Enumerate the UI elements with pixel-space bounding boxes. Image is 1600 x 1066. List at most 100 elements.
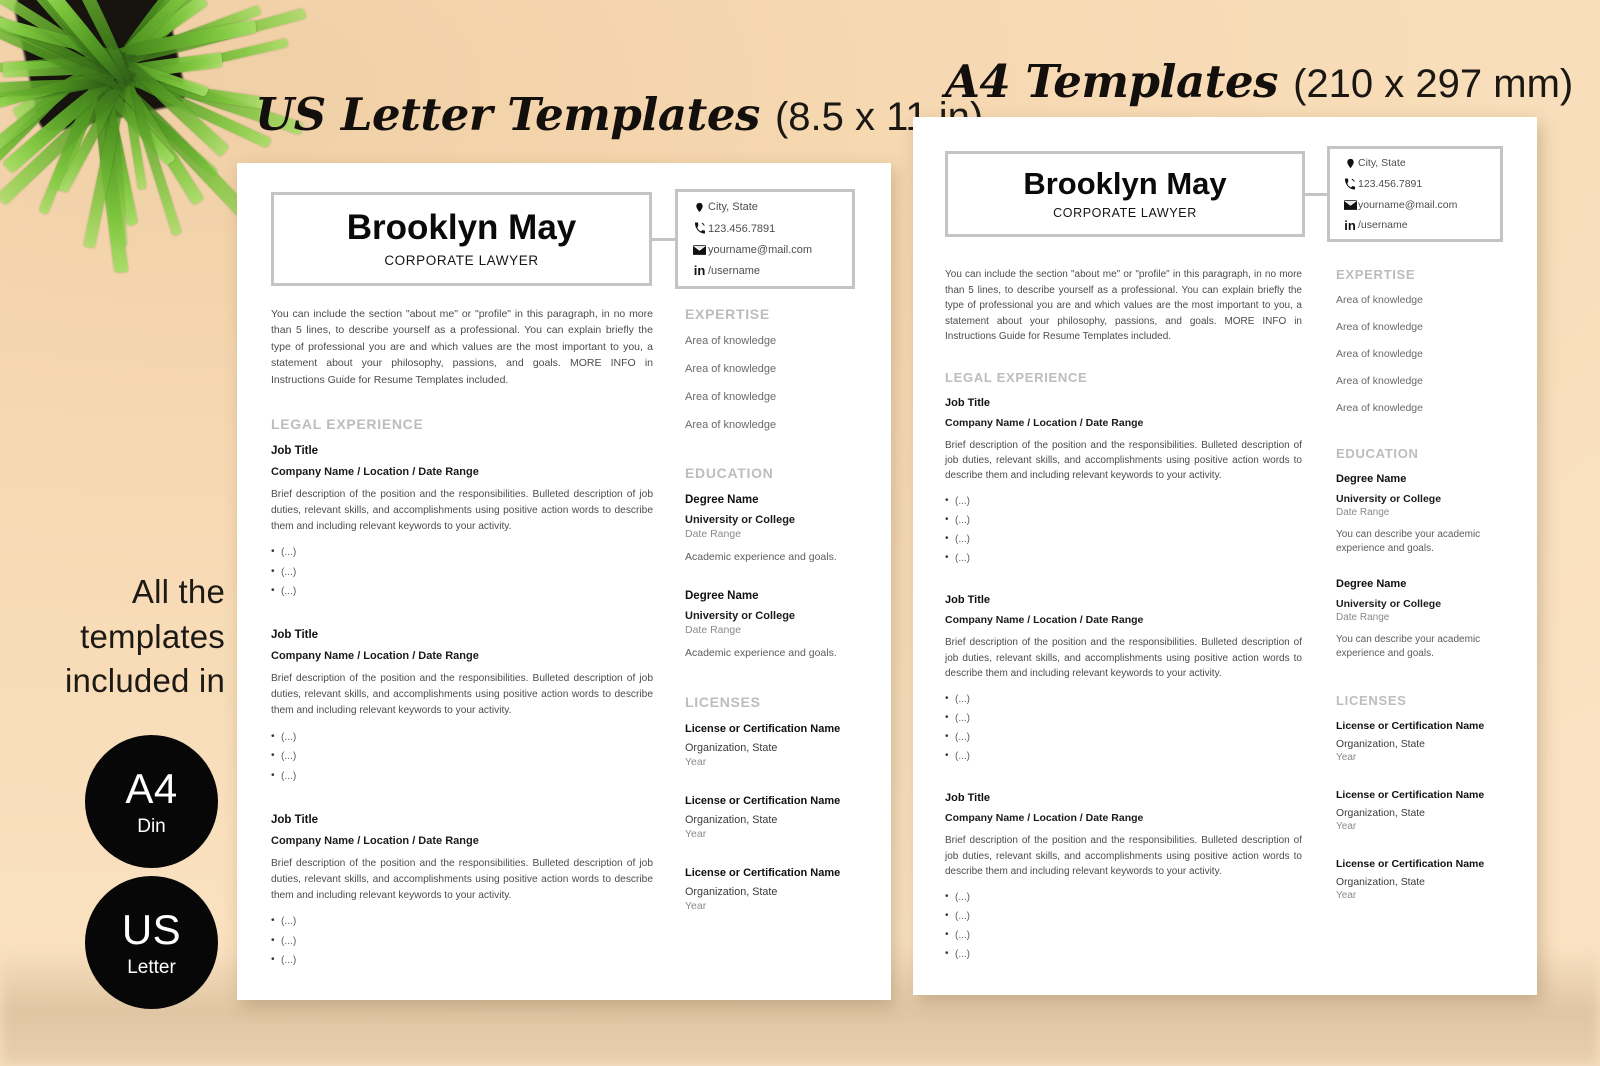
linkedin-icon: in	[693, 263, 706, 279]
a4-resume-page: Brooklyn May CORPORATE LAWYER City, State 1…	[913, 117, 1537, 995]
section-heading-licenses: LICENSES	[1336, 693, 1407, 708]
list-item: (...)	[945, 491, 1302, 511]
list-item: (...)	[945, 887, 1302, 907]
education-date: Date Range	[1336, 612, 1390, 623]
university-name: University or College	[685, 514, 796, 526]
badge-a4-din: A4 Din	[85, 735, 218, 868]
education-section: EDUCATION Degree Name University or Colleg…	[1336, 446, 1508, 661]
list-item: (...)	[945, 689, 1302, 709]
promo-line-1: All the	[131, 573, 225, 610]
experience-section: LEGAL EXPERIENCE Job Title Company Name / …	[945, 370, 1302, 965]
job-description: Brief description of the position and th…	[271, 858, 653, 901]
license-organization: Organization, State	[685, 814, 778, 827]
education-section: EDUCATION Degree Name University or Colleg…	[685, 465, 863, 660]
name-box: Brooklyn May CORPORATE LAWYER	[945, 151, 1305, 237]
contact-row: in/username	[1342, 219, 1500, 232]
license-name: License or Certification Name	[1336, 789, 1485, 801]
promo-line-2: templates	[80, 617, 225, 655]
resume-side-column: EXPERTISE Area of knowledge Area of knowle…	[1336, 267, 1508, 901]
list-item: (...)	[945, 944, 1302, 964]
license-year: Year	[1336, 890, 1357, 901]
experience-entry: Job Title Company Name / Location / Date …	[271, 814, 653, 971]
job-meta: Company Name / Location / Date Range	[945, 812, 1144, 825]
resume-side-column: EXPERTISE Area of knowledge Area of knowle…	[685, 306, 863, 912]
license-organization: Organization, State	[685, 742, 778, 755]
contact-text: yourname@mail.com	[1358, 198, 1458, 211]
contact-row: yourname@mail.com	[691, 244, 852, 256]
degree-name: Degree Name	[685, 494, 759, 506]
education-entry: Degree Name University or College Date Ran…	[685, 590, 863, 661]
expertise-section: EXPERTISE Area of knowledge Area of knowle…	[685, 306, 863, 431]
expertise-item: Area of knowledge	[1336, 402, 1423, 414]
license-entry: License or Certification Name Organizatio…	[1336, 789, 1508, 832]
job-bullets: (...)(...)(...)	[271, 727, 653, 786]
license-organization: Organization, State	[685, 886, 778, 899]
job-bullets: (...)(...)(...)(...)	[945, 887, 1302, 965]
expertise-item: Area of knowledge	[685, 363, 777, 375]
license-name: License or Certification Name	[1336, 858, 1485, 870]
license-organization: Organization, State	[1336, 808, 1425, 819]
license-entry: License or Certification Name Organizatio…	[685, 795, 863, 840]
contact-row: City, State	[1342, 157, 1500, 170]
us-letter-heading: US Letter Templates (8.5 x 11 in)	[255, 88, 983, 141]
contact-text: /username	[1358, 219, 1408, 231]
profile-paragraph: You can include the section "about me" o…	[945, 269, 1302, 342]
job-description: Brief description of the position and th…	[945, 637, 1302, 680]
candidate-name: Brooklyn May	[1023, 166, 1227, 201]
job-bullets: (...)(...)(...)(...)	[945, 491, 1302, 569]
job-bullets: (...)(...)(...)(...)	[945, 689, 1302, 767]
contact-row: 123.456.7891	[691, 222, 852, 235]
license-name: License or Certification Name	[1336, 720, 1485, 732]
profile-section: You can include the section "about me" o…	[271, 306, 653, 388]
experience-entry: Job Title Company Name / Location / Date …	[945, 397, 1302, 569]
license-year: Year	[1336, 752, 1357, 763]
experience-entry: Job Title Company Name / Location / Date …	[271, 629, 653, 786]
contact-box: City, State 123.456.7891 yourname@mail.com…	[1327, 146, 1503, 242]
contact-row: yourname@mail.com	[1342, 199, 1500, 211]
license-entry: License or Certification Name Organizatio…	[685, 723, 863, 768]
profile-section: You can include the section "about me" o…	[945, 267, 1302, 345]
license-name: License or Certification Name	[685, 723, 841, 736]
job-meta: Company Name / Location / Date Range	[271, 835, 479, 847]
job-meta: Company Name / Location / Date Range	[271, 650, 479, 663]
list-item: (...)	[271, 562, 653, 582]
licenses-section: LICENSES License or Certification Name Org…	[1336, 693, 1508, 901]
job-bullets: (...)(...)(...)	[271, 542, 653, 601]
degree-name: Degree Name	[1336, 473, 1407, 485]
experience-entry: Job Title Company Name / Location / Date …	[945, 594, 1302, 766]
envelope-icon	[1342, 199, 1358, 210]
experience-entry: Job Title Company Name / Location / Date …	[271, 445, 653, 602]
job-description: Brief description of the position and th…	[945, 835, 1302, 878]
contact-box: City, State 123.456.7891 yourname@mail.com…	[675, 189, 855, 289]
contact-row: 123.456.7891	[1342, 178, 1500, 191]
resume-header: Brooklyn May CORPORATE LAWYER City, State 1…	[271, 189, 855, 289]
expertise-item: Area of knowledge	[1336, 348, 1423, 360]
expertise-item: Area of knowledge	[1336, 321, 1423, 333]
list-item: (...)	[945, 510, 1302, 530]
section-heading-experience: LEGAL EXPERIENCE	[945, 369, 1088, 385]
experience-entry: Job Title Company Name / Location / Date …	[945, 792, 1302, 964]
expertise-item: Area of knowledge	[685, 419, 777, 431]
job-title: Job Title	[945, 396, 991, 409]
license-organization: Organization, State	[1336, 877, 1425, 888]
list-item: (...)	[945, 708, 1302, 728]
license-entry: License or Certification Name Organizatio…	[1336, 858, 1508, 901]
section-heading-expertise: EXPERTISE	[1336, 267, 1416, 282]
badge-us-sub: Letter	[127, 956, 176, 978]
degree-name: Degree Name	[685, 589, 759, 602]
badge-us-main: US	[121, 905, 182, 953]
name-box: Brooklyn May CORPORATE LAWYER	[271, 192, 652, 286]
list-item: (...)	[271, 542, 653, 562]
contact-text: 123.456.7891	[1358, 178, 1423, 190]
a4-heading: A4 Templates (210 x 297 mm)	[945, 55, 1573, 108]
education-entry: Degree Name University or College Date Ran…	[685, 494, 863, 565]
a4-heading-size: (210 x 297 mm)	[1293, 62, 1574, 106]
education-entry: Degree Name University or College Date Ran…	[1336, 578, 1508, 661]
education-date: Date Range	[685, 623, 742, 636]
header-connector	[1305, 192, 1327, 196]
license-name: License or Certification Name	[685, 795, 841, 808]
education-date: Date Range	[1336, 507, 1390, 518]
contact-text: /username	[708, 264, 760, 277]
section-heading-education: EDUCATION	[1336, 446, 1419, 461]
candidate-role: CORPORATE LAWYER	[384, 253, 539, 268]
